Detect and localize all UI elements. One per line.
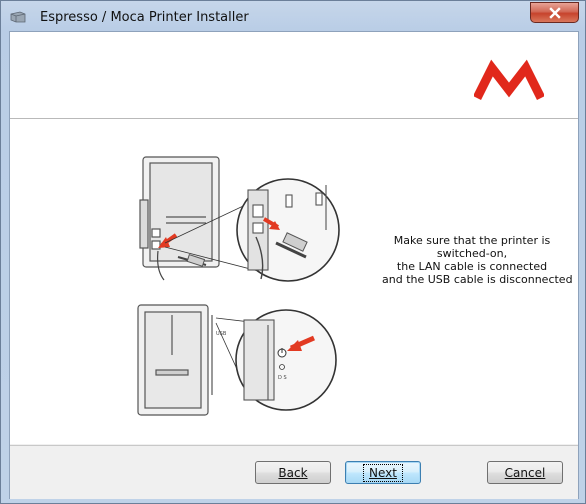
content-panel: USB D S Make sure that the printer is (10, 119, 578, 444)
svg-text:D S: D S (278, 375, 287, 381)
app-icon (10, 11, 26, 23)
cancel-button-label: Cancel (504, 465, 546, 480)
close-button[interactable] (530, 2, 579, 23)
cancel-button[interactable]: Cancel (487, 461, 563, 484)
message-line-2: switched-on, (436, 247, 508, 260)
client-area: USB D S Make sure that the printer is (9, 31, 579, 499)
back-button-label: Back (278, 465, 308, 480)
close-icon (548, 6, 561, 19)
header-panel (10, 32, 578, 119)
next-button-label: Next (363, 463, 403, 482)
message-line-3: the LAN cable is connected (396, 260, 548, 273)
brand-logo-icon (474, 59, 544, 101)
back-button[interactable]: Back (255, 461, 331, 484)
instruction-message: Make sure that the printer is switched-o… (382, 234, 573, 286)
message-line-1: Make sure that the printer is (393, 234, 551, 247)
button-bar: Back Next Cancel (10, 445, 578, 499)
printer-setup-illustration: USB D S (137, 156, 340, 416)
next-button[interactable]: Next (345, 461, 421, 484)
title-bar[interactable]: Espresso / Moca Printer Installer (1, 1, 585, 31)
installer-window: Espresso / Moca Printer Installer D S Ma… (0, 0, 586, 504)
window-title: Espresso / Moca Printer Installer (40, 10, 249, 25)
message-line-4: and the USB cable is disconnected (382, 273, 573, 286)
